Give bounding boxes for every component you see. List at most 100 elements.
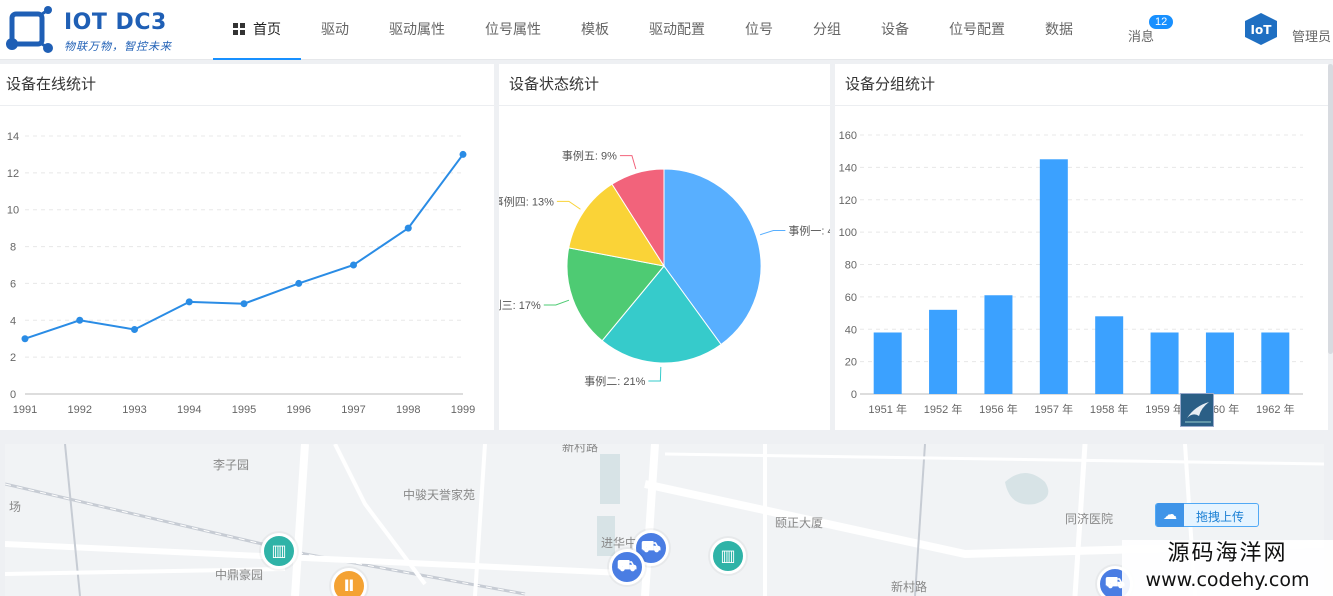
bar xyxy=(929,309,958,394)
watermark-url: www.codehy.com xyxy=(1145,569,1310,591)
floating-widget-icon[interactable] xyxy=(1180,393,1214,427)
map-label: 新村路 xyxy=(891,580,928,594)
bar xyxy=(1150,332,1179,394)
pie-label: 事例三: 17% xyxy=(499,298,541,312)
pie-label-line xyxy=(759,229,786,236)
map-label: 颐正大厦 xyxy=(775,516,824,530)
map-label: 中鼎豪园 xyxy=(215,568,264,582)
x-tick-label: 1995 xyxy=(232,404,256,416)
x-tick-label: 1992 xyxy=(68,404,92,416)
online-stats-title: 设备在线统计 xyxy=(0,64,494,106)
x-tick-label: 1999 xyxy=(451,404,475,416)
bird-icon xyxy=(1185,402,1211,423)
y-tick-label: 100 xyxy=(839,227,857,239)
map-label: 进华中 xyxy=(601,536,638,550)
data-point xyxy=(21,335,29,343)
logo-text: IOT DC3 xyxy=(64,10,167,35)
x-tick-label: 1951 年 xyxy=(868,402,907,416)
pie-label-line xyxy=(619,155,637,170)
nav-item-home[interactable]: 首页 xyxy=(213,0,301,60)
user-name[interactable]: 管理员 xyxy=(1292,26,1331,45)
y-tick-label: 0 xyxy=(10,389,16,401)
status-pie-chart: 事例一: 40% 事例二: 21% 事例三: 17% 事例四: 13% 事例五: 9% xyxy=(499,149,830,388)
page-scrollbar[interactable] xyxy=(1328,64,1333,354)
svg-text:IoT: IoT xyxy=(1251,23,1273,37)
nav-item-data[interactable]: 数据 xyxy=(1025,0,1093,60)
y-tick-label: 8 xyxy=(10,242,16,254)
data-point xyxy=(404,224,412,232)
data-point xyxy=(295,279,303,287)
main-nav: 首页 驱动 驱动属性 位号属性 模板 驱动配置 位号 分组 设备 位号配置 数据 xyxy=(213,0,1093,60)
x-tick-label: 1993 xyxy=(122,404,146,416)
x-tick-label: 1957 年 xyxy=(1035,402,1074,416)
logo-icon xyxy=(6,6,53,53)
map-marker-mall[interactable]: ▥ xyxy=(710,538,746,574)
nav-item-driver-config[interactable]: 驱动配置 xyxy=(629,0,725,60)
messages-link[interactable]: 消息 xyxy=(1128,26,1154,45)
nav-item-device[interactable]: 设备 xyxy=(861,0,929,60)
bar xyxy=(1261,332,1290,394)
nav-item-point-config[interactable]: 位号配置 xyxy=(929,0,1025,60)
nav-item-template[interactable]: 模板 xyxy=(561,0,629,60)
pie-label: 事例四: 13% xyxy=(499,194,554,208)
bar xyxy=(873,332,902,394)
map-label: 同济医院 xyxy=(1065,512,1114,526)
top-navbar: IOT DC3 物联万物，智控未来 首页 驱动 驱动属性 位号属性 模板 驱动配… xyxy=(0,0,1333,60)
map-marker-food[interactable]: Ⅱ xyxy=(331,568,367,596)
group-bar-chart: 0 20 40 60 80 100 120 140 160 1951 年 1952 年 1956 年 1… xyxy=(839,130,1303,416)
y-tick-label: 2 xyxy=(10,352,16,364)
data-point xyxy=(240,300,248,308)
bar xyxy=(1095,316,1124,394)
nav-item-point-attribute[interactable]: 位号属性 xyxy=(465,0,561,60)
bar xyxy=(1039,159,1068,394)
online-line-chart: 0 2 4 6 8 10 12 14 1991 1992 1993 1994 1995 1996 1997 1… xyxy=(7,131,475,416)
nav-item-driver[interactable]: 驱动 xyxy=(301,0,369,60)
y-tick-label: 120 xyxy=(839,195,857,207)
x-tick-label: 1956 年 xyxy=(979,402,1018,416)
x-tick-label: 1959 年 xyxy=(1145,402,1184,416)
drag-upload-button[interactable]: ☁ 拖拽上传 xyxy=(1155,503,1259,527)
map-marker-car[interactable]: ⛟ xyxy=(609,549,645,585)
y-tick-label: 60 xyxy=(845,292,857,304)
pie-label: 事例五: 9% xyxy=(562,149,617,163)
x-tick-label: 1994 xyxy=(177,404,201,416)
group-stats-title: 设备分组统计 xyxy=(835,64,1328,106)
cloud-icon: ☁ xyxy=(1156,503,1184,527)
data-point xyxy=(185,298,193,306)
pie-label-line xyxy=(648,366,662,382)
user-avatar-icon[interactable]: IoT xyxy=(1243,12,1279,46)
pie-label: 事例二: 21% xyxy=(584,374,645,388)
map-marker-mall[interactable]: ▥ xyxy=(261,533,297,569)
online-stats-panel: 设备在线统计 0 2 4 6 8 10 12 14 1991 1992 1993 1994 1995 19… xyxy=(0,64,494,430)
map-label: 新村路 xyxy=(562,444,599,454)
y-tick-label: 4 xyxy=(10,315,16,327)
y-tick-label: 12 xyxy=(7,168,19,180)
nav-item-point[interactable]: 位号 xyxy=(725,0,793,60)
group-stats-panel: 设备分组统计 0 20 40 60 80 100 120 140 160 1951 年 1952 年… xyxy=(835,64,1328,430)
y-tick-label: 160 xyxy=(839,130,857,142)
pie-label-line xyxy=(543,299,570,306)
data-point xyxy=(459,150,467,158)
status-stats-title: 设备状态统计 xyxy=(499,64,830,106)
y-tick-label: 40 xyxy=(845,324,857,336)
x-tick-label: 1998 xyxy=(396,404,420,416)
bar xyxy=(1205,332,1234,394)
y-tick-label: 0 xyxy=(851,389,857,401)
data-point xyxy=(350,261,357,269)
watermark: 源码海洋网 www.codehy.com xyxy=(1122,540,1333,596)
y-tick-label: 80 xyxy=(845,260,857,272)
x-tick-label: 1997 xyxy=(341,404,365,416)
x-tick-label: 1958 年 xyxy=(1090,402,1129,416)
grid-icon xyxy=(233,23,245,35)
drag-upload-label: 拖拽上传 xyxy=(1196,510,1245,524)
nav-item-driver-attribute[interactable]: 驱动属性 xyxy=(369,0,465,60)
pie-label-line xyxy=(556,200,581,210)
map-label: 中骏天誉家苑 xyxy=(403,488,476,502)
messages-badge: 12 xyxy=(1148,14,1175,30)
y-tick-label: 10 xyxy=(7,205,19,217)
app-logo[interactable]: IOT DC3 物联万物，智控未来 xyxy=(4,4,204,56)
pie-label: 事例一: 40% xyxy=(788,223,830,237)
nav-item-group[interactable]: 分组 xyxy=(793,0,861,60)
x-tick-label: 1996 xyxy=(287,404,311,416)
logo-slogan: 物联万物，智控未来 xyxy=(64,41,172,53)
